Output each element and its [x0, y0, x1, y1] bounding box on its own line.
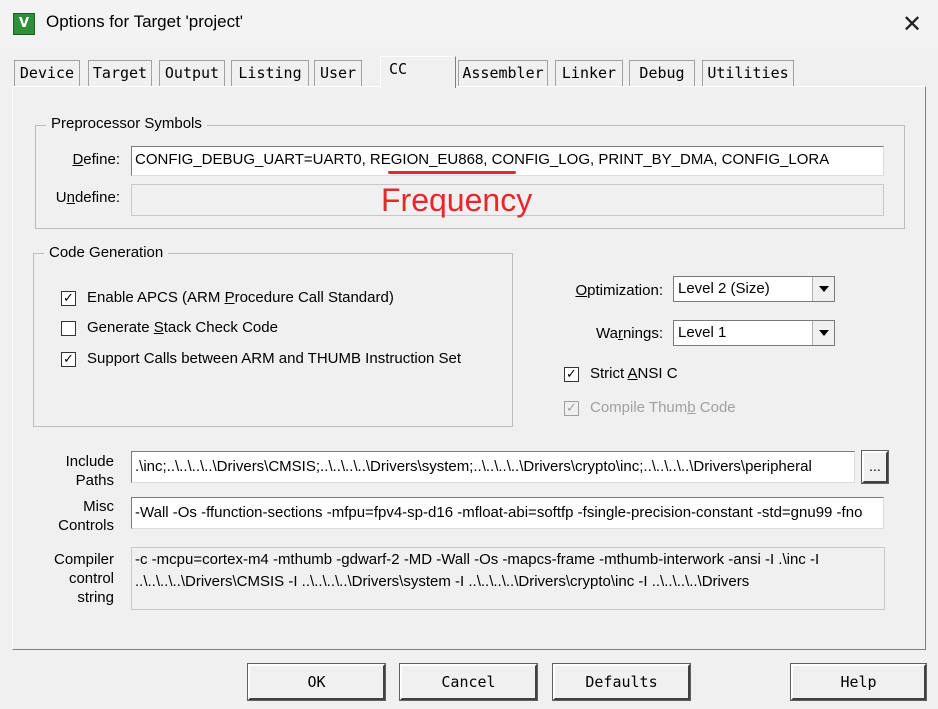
optimization-label: Optimization: — [575, 282, 663, 299]
misc-controls-label: Misc Controls — [58, 498, 114, 534]
chevron-down-icon[interactable] — [812, 277, 834, 301]
define-label: Define: — [72, 151, 120, 168]
code-generation-group — [33, 253, 513, 427]
title-bar: V Options for Target 'project' ✕ — [0, 0, 938, 48]
tab-linker[interactable]: Linker — [555, 60, 623, 86]
ok-button[interactable]: OK — [247, 663, 386, 701]
help-button[interactable]: Help — [790, 663, 927, 701]
tab-cc[interactable]: CC — [380, 56, 456, 88]
strict-ansi-label[interactable]: Strict ANSI C — [590, 365, 678, 382]
compile-thumb-label: Compile Thumb Code — [590, 399, 736, 416]
optimization-select[interactable]: Level 2 (Size) — [673, 276, 835, 302]
tab-target[interactable]: Target — [88, 60, 152, 86]
frequency-annotation: Frequency — [381, 182, 533, 218]
tab-user[interactable]: User — [314, 60, 362, 86]
annotation-underline — [388, 171, 516, 174]
tab-debug[interactable]: Debug — [629, 60, 695, 86]
window-title: Options for Target 'project' — [46, 12, 244, 31]
include-paths-input[interactable]: .\inc;..\..\..\..\Drivers\CMSIS;..\..\..… — [131, 451, 855, 483]
stack-check-checkbox[interactable] — [61, 321, 76, 336]
tab-utilities[interactable]: Utilities — [702, 60, 794, 86]
cancel-button[interactable]: Cancel — [399, 663, 538, 701]
tab-listing[interactable]: Listing — [231, 60, 309, 86]
include-paths-label: Include Paths — [65, 453, 114, 489]
compiler-control-label: Compiler control string — [53, 551, 114, 606]
strict-ansi-checkbox[interactable]: ✓ — [564, 367, 579, 382]
undefine-label: Undefine: — [55, 189, 120, 206]
stack-check-label[interactable]: Generate Stack Check Code — [87, 319, 278, 336]
warnings-value: Level 1 — [678, 324, 727, 341]
arm-thumb-calls-label[interactable]: Support Calls between ARM and THUMB Inst… — [87, 350, 461, 367]
preprocessor-symbols-title: Preprocessor Symbols — [46, 115, 207, 132]
enable-apcs-label[interactable]: Enable APCS (ARM Procedure Call Standard… — [87, 289, 394, 306]
chevron-down-icon[interactable] — [812, 321, 834, 345]
enable-apcs-checkbox[interactable]: ✓ — [61, 291, 76, 306]
warnings-label: Warnings: — [596, 325, 663, 342]
code-generation-title: Code Generation — [44, 244, 169, 261]
tab-device[interactable]: Device — [14, 60, 80, 86]
tab-assembler[interactable]: Assembler — [458, 60, 548, 86]
compile-thumb-checkbox: ✓ — [564, 401, 579, 416]
app-icon: V — [13, 13, 35, 35]
defaults-button[interactable]: Defaults — [552, 663, 691, 701]
warnings-select[interactable]: Level 1 — [673, 320, 835, 346]
arm-thumb-calls-checkbox[interactable]: ✓ — [61, 352, 76, 367]
optimization-value: Level 2 (Size) — [678, 280, 770, 297]
tab-output[interactable]: Output — [159, 60, 225, 86]
compiler-control-string: -c -mcpu=cortex-m4 -mthumb -gdwarf-2 -MD… — [131, 547, 885, 610]
misc-controls-input[interactable]: -Wall -Os -ffunction-sections -mfpu=fpv4… — [131, 497, 884, 529]
include-paths-browse-button[interactable]: ... — [861, 450, 889, 484]
close-icon[interactable]: ✕ — [890, 8, 934, 40]
